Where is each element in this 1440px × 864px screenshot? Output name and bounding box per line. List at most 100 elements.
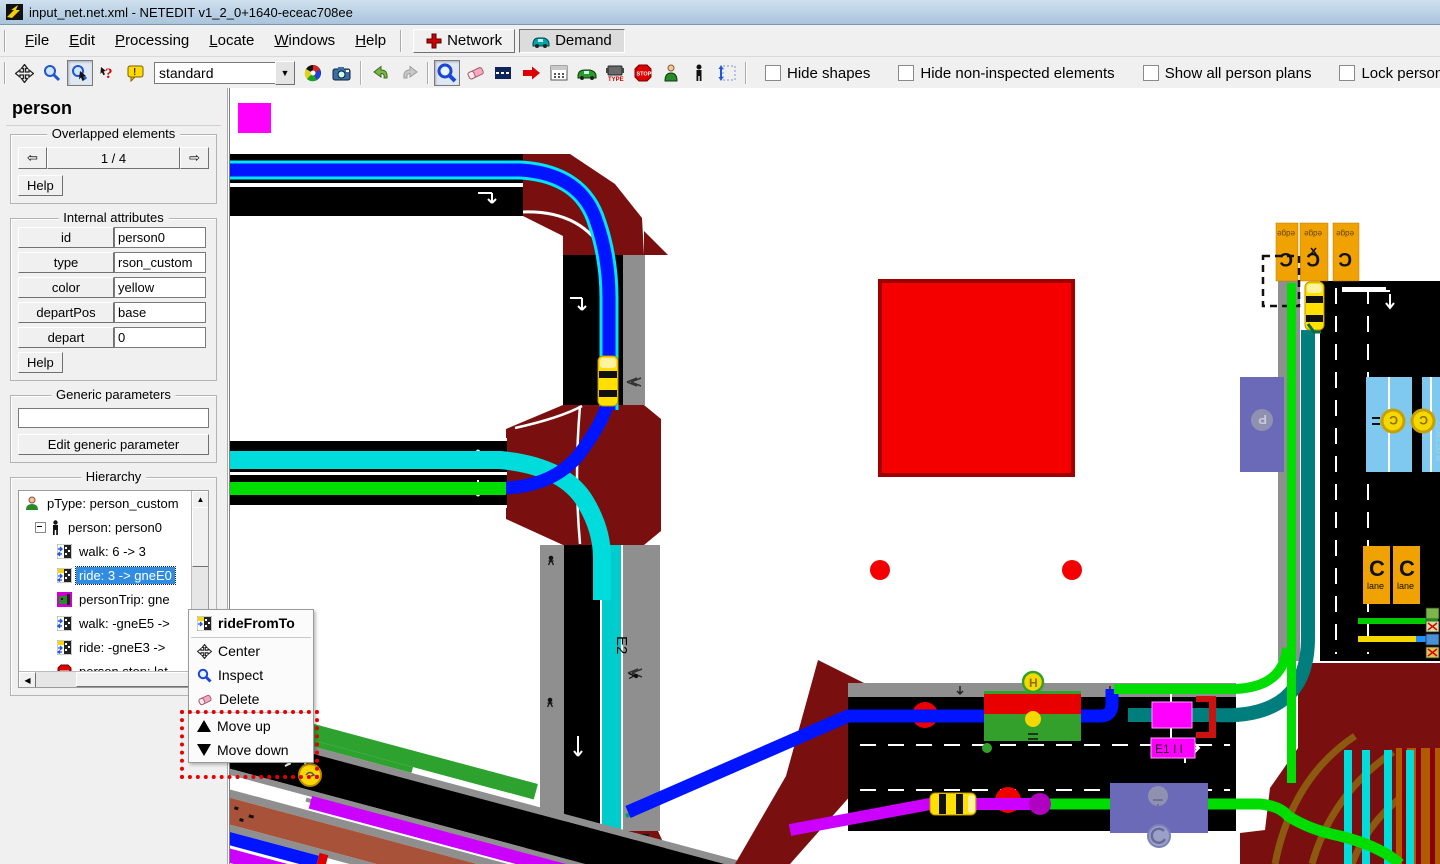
move-mode-button[interactable]: [490, 60, 516, 86]
vehicle-yellow-vertical-1[interactable]: [598, 356, 618, 406]
context-menu-delete[interactable]: Delete: [189, 687, 313, 711]
menu-help[interactable]: Help: [345, 29, 396, 52]
network-view[interactable]: E2: [229, 88, 1440, 864]
edit-generic-parameter-button[interactable]: Edit generic parameter: [18, 434, 209, 455]
parking-area-right[interactable]: P: [1240, 377, 1284, 472]
attr-color-button[interactable]: color: [18, 277, 114, 298]
attr-type-field[interactable]: [114, 252, 206, 273]
e1-detector[interactable]: E1 I I: [1151, 694, 1195, 758]
context-menu-center[interactable]: Center: [189, 639, 313, 663]
view-preset-combo[interactable]: standard ▼: [154, 62, 295, 84]
menu-file[interactable]: File: [15, 29, 59, 52]
scroll-left-icon[interactable]: ◀: [19, 672, 36, 688]
next-element-button[interactable]: ⇨: [180, 147, 209, 169]
combo-dropdown-icon[interactable]: ▼: [275, 61, 295, 85]
additional-mode-button[interactable]: [546, 60, 572, 86]
attr-id-field[interactable]: [114, 227, 206, 248]
tree-item-person[interactable]: person: person0: [19, 515, 208, 539]
attr-color-field[interactable]: [114, 277, 206, 298]
red-poi-left[interactable]: [870, 560, 890, 580]
menu-processing[interactable]: Processing: [105, 29, 199, 52]
red-question-icon: ?: [100, 64, 116, 82]
modebar-grip[interactable]: [400, 30, 407, 52]
route-green-curve[interactable]: [1114, 648, 1287, 689]
edge-horizontal-left[interactable]: [230, 438, 507, 508]
parking-area-bottom[interactable]: [1110, 783, 1208, 847]
undo-button[interactable]: [368, 60, 394, 86]
network-mode-button[interactable]: Network: [413, 29, 515, 53]
red-polygon[interactable]: [880, 281, 1073, 475]
junction-middle[interactable]: [506, 405, 661, 545]
svg-text:edge: edge: [1277, 229, 1295, 238]
move-view-button[interactable]: [11, 60, 37, 86]
color-wheel-button[interactable]: [300, 60, 326, 86]
attr-depart-field[interactable]: [114, 327, 206, 348]
route-green-left[interactable]: [230, 482, 506, 495]
redo-button[interactable]: [396, 60, 422, 86]
previous-element-button[interactable]: ⇦: [18, 147, 47, 169]
attr-depart-button[interactable]: depart: [18, 327, 114, 348]
attr-departpos-field[interactable]: [114, 302, 206, 323]
attr-type-button[interactable]: type: [18, 252, 114, 273]
network-canvas[interactable]: E2: [230, 88, 1440, 864]
checkbox-hide-shapes[interactable]: Hide shapes: [765, 65, 870, 82]
context-menu-inspect[interactable]: Inspect: [189, 663, 313, 687]
checkbox-hide-noninspected[interactable]: Hide non-inspected elements: [898, 65, 1114, 82]
menu-edit[interactable]: Edit: [59, 29, 105, 52]
attr-id-button[interactable]: id: [18, 227, 114, 248]
snapshot-button[interactable]: [328, 60, 354, 86]
menu-locate[interactable]: Locate: [199, 29, 264, 52]
menu-windows[interactable]: Windows: [264, 29, 345, 52]
person-type-mode-button[interactable]: [658, 60, 684, 86]
menubar-grip[interactable]: [4, 30, 11, 52]
checkbox-icon[interactable]: [765, 65, 781, 81]
zoom-cursor-button[interactable]: [67, 60, 93, 86]
vehicle-yellow-horizontal[interactable]: [930, 793, 976, 815]
vertical-scroll-thumb[interactable]: [192, 507, 209, 567]
charging-stations[interactable]: C C: [1366, 377, 1440, 472]
toolbar-grip-3[interactable]: [745, 62, 747, 84]
svg-text:STOP: STOP: [637, 72, 652, 78]
purple-poi[interactable]: [1029, 793, 1051, 815]
zoom-button[interactable]: [39, 60, 65, 86]
tree-item-ride-2[interactable]: ride: -gneE3 ->: [19, 635, 208, 659]
stop-mode-button[interactable]: STOP: [630, 60, 656, 86]
attr-departpos-button[interactable]: departPos: [18, 302, 114, 323]
attributes-help-button[interactable]: Help: [18, 352, 63, 373]
route-green-right-vertical[interactable]: [1287, 283, 1296, 783]
overlapped-help-button[interactable]: Help: [18, 175, 63, 196]
tree-item-ptype[interactable]: pType: person_custom: [19, 491, 208, 515]
person-plan-mode-button[interactable]: [714, 60, 740, 86]
route-mode-button[interactable]: [518, 60, 544, 86]
hierarchy-tree[interactable]: pType: person_custom person: person0 wal…: [18, 490, 209, 688]
vehicle-mode-button[interactable]: [574, 60, 600, 86]
checkbox-icon[interactable]: [1143, 65, 1159, 81]
person-mode-button[interactable]: [686, 60, 712, 86]
demand-mode-button[interactable]: Demand: [519, 29, 625, 53]
collapse-icon[interactable]: [35, 522, 46, 533]
delete-mode-button[interactable]: [462, 60, 488, 86]
hierarchy-horizontal-scrollbar[interactable]: ◀: [19, 671, 192, 687]
horizontal-scroll-thumb[interactable]: [76, 672, 192, 687]
vehicle-type-mode-button[interactable]: TYPE: [602, 60, 628, 86]
container-stops-top[interactable]: edge edge edge C C C: [1276, 223, 1359, 281]
generic-parameters-field[interactable]: [18, 408, 209, 428]
tree-item-walk-2[interactable]: walk: -gneE5 ->: [19, 611, 208, 635]
magenta-poi[interactable]: [238, 103, 271, 133]
messages-button[interactable]: !: [123, 60, 149, 86]
checkbox-lock-person[interactable]: Lock person: [1339, 65, 1440, 82]
tree-item-ride-selected[interactable]: ride: 3 -> gneE0: [19, 563, 208, 587]
red-poi-right[interactable]: [1062, 560, 1082, 580]
checkbox-icon[interactable]: [1339, 65, 1355, 81]
scroll-up-icon[interactable]: ▲: [192, 491, 209, 508]
view-preset-value[interactable]: standard: [154, 62, 275, 84]
whats-this-button[interactable]: ?: [95, 60, 121, 86]
tree-item-persontrip[interactable]: personTrip: gne: [19, 587, 208, 611]
toolbar-grip-1[interactable]: [4, 62, 6, 84]
inspect-mode-button[interactable]: [434, 60, 460, 86]
toolbar-grip-2[interactable]: [427, 62, 429, 84]
checkbox-icon[interactable]: [898, 65, 914, 81]
checkbox-show-person-plans[interactable]: Show all person plans: [1143, 65, 1312, 82]
vehicle-yellow-vertical-2[interactable]: [1305, 282, 1324, 332]
tree-item-walk-1[interactable]: walk: 6 -> 3: [19, 539, 208, 563]
